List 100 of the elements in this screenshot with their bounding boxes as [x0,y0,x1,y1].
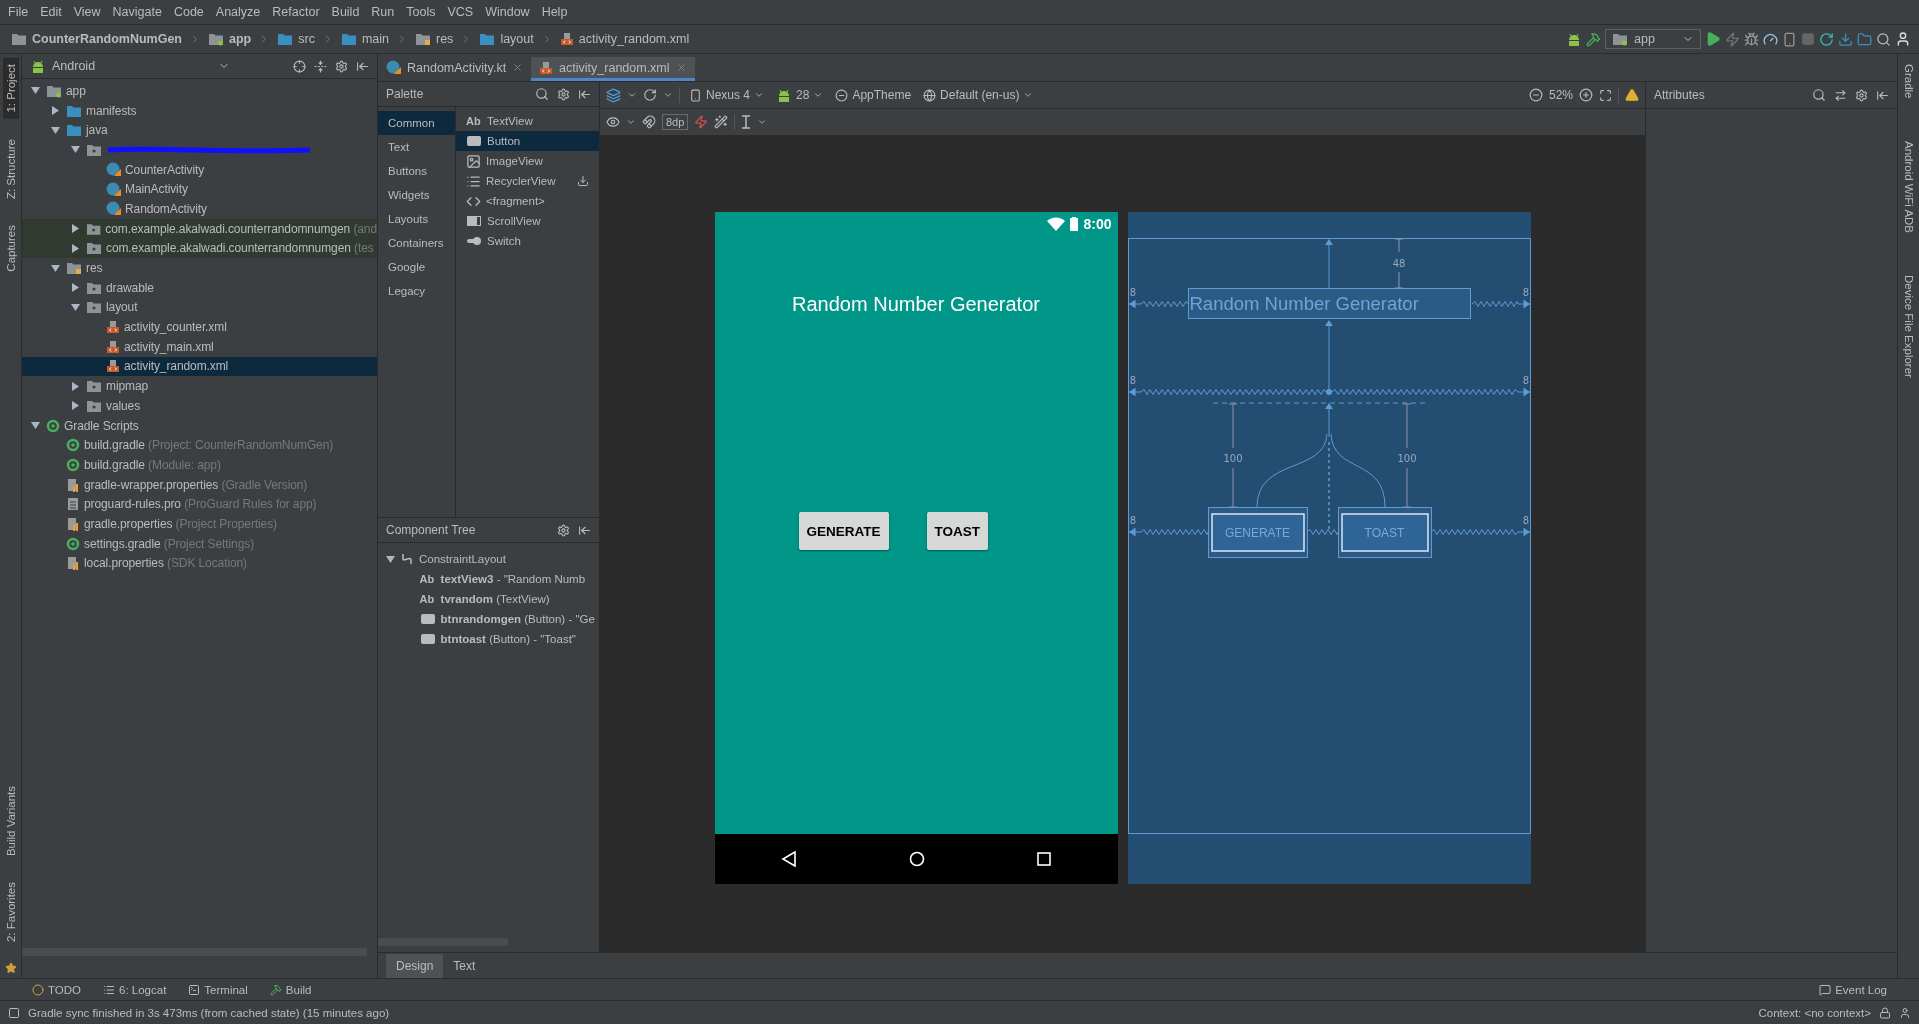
zoom-in-icon[interactable] [1579,88,1593,102]
tree-item[interactable]: gradle-wrapper.properties (Gradle Version) [22,474,377,495]
tool-window-button[interactable]: 6: Logcat [97,982,173,997]
tree-item[interactable]: manifests [22,100,377,121]
search-icon[interactable] [535,87,549,101]
side-tab[interactable]: 1: Project [2,58,19,119]
tool-window-button[interactable]: Build [263,982,318,997]
editor-tab[interactable]: activity_random.xml [531,57,695,81]
tree-item[interactable]: drawable [22,277,377,298]
breadcrumb[interactable]: app [205,30,255,48]
tree-item[interactable]: CounterActivity [22,159,377,180]
tree-item[interactable]: activity_random.xml [22,356,377,377]
chain-anchor[interactable] [1325,389,1332,395]
app-button[interactable]: TOAST [926,512,989,550]
hide-icon[interactable] [578,87,591,101]
settings-icon[interactable] [557,87,570,101]
palette-widget[interactable]: ImageView [456,151,599,171]
breadcrumb[interactable]: layout [476,30,537,48]
hide-icon[interactable] [1876,88,1889,102]
app-button[interactable]: GENERATE [798,512,889,550]
bug-icon[interactable] [1744,31,1759,47]
palette-widget[interactable]: Ab TextView [456,111,599,131]
align-icon[interactable] [741,115,752,129]
tree-item[interactable]: build.gradle (Module: app) [22,455,377,475]
tree-item[interactable]: layout [22,297,377,318]
settings-icon[interactable] [1855,88,1868,102]
home-icon[interactable] [909,851,925,867]
side-tab[interactable]: Z: Structure [2,132,19,205]
breadcrumb[interactable]: res [412,30,457,48]
palette-widget[interactable]: RecyclerView [456,171,599,191]
gauge-icon[interactable] [1763,31,1778,47]
magnet-icon[interactable] [642,115,656,129]
tree-item[interactable]: proguard-rules.pro (ProGuard Rules for app) [22,494,377,515]
button-outline[interactable] [1337,507,1432,558]
api-dropdown[interactable]: 28 [773,87,827,103]
tool-window-button[interactable]: Terminal [182,982,254,997]
tree-item[interactable]: res [22,258,377,278]
menu-item[interactable]: Tools [400,3,442,21]
layers-icon[interactable] [606,87,621,103]
tree-item[interactable]: gradle.properties (Project Properties) [22,514,377,534]
folder-icon[interactable] [1857,31,1872,47]
settings-icon[interactable] [335,59,348,73]
editor-mode-tab[interactable]: Text [443,953,486,978]
device-dropdown[interactable]: Nexus 4 [686,88,768,102]
component-tree-item[interactable]: btnrandomgen (Button) - "Ge [440,613,595,625]
button-outline[interactable] [1207,507,1308,558]
recents-icon[interactable] [1037,852,1052,866]
zoom-fit-icon[interactable] [1599,88,1612,102]
menu-item[interactable]: Run [365,3,401,21]
user-icon[interactable] [1895,31,1911,47]
tool-window-button[interactable]: Event Log [1813,982,1893,997]
side-tab[interactable]: Build Variants [2,779,19,862]
wand-icon[interactable] [714,115,729,129]
run-config-dropdown[interactable]: app [1605,29,1701,49]
star-icon[interactable] [4,962,17,974]
zoom-out-icon[interactable] [1528,88,1543,102]
clear-constraints-icon[interactable] [694,115,709,129]
menu-item[interactable]: Refactor [266,3,326,21]
theme-dropdown[interactable]: AppTheme [832,88,915,102]
side-tab[interactable]: Device File Explorer [1900,268,1917,384]
side-tab[interactable]: 2: Favorites [2,875,19,948]
tree-item[interactable]: com.example.akalwadi.counterrandomnumgen (and [22,218,377,239]
tool-window-button[interactable]: TODO [26,982,87,997]
scrollbar[interactable] [22,948,367,956]
tree-item[interactable]: RandomActivity [22,199,377,219]
component-tree-item[interactable]: textView3 - "Random Numb [440,573,586,585]
menu-item[interactable]: Build [325,3,366,21]
palette-category[interactable]: Layouts [378,207,455,231]
editor-tab[interactable]: RandomActivity.kt [378,57,532,81]
locate-icon[interactable] [293,59,306,73]
palette-category[interactable]: Common [378,111,455,135]
margin-field[interactable]: 8dp [662,114,689,130]
side-tab[interactable]: Captures [2,218,19,278]
menu-item[interactable]: File [2,3,35,21]
menu-item[interactable]: Navigate [106,3,168,21]
hide-icon[interactable] [356,59,369,73]
back-icon[interactable] [780,851,797,867]
sync-icon[interactable] [1819,31,1834,47]
tree-item[interactable]: activity_main.xml [22,336,377,357]
tree-item[interactable]: java [22,120,377,141]
palette-widget[interactable]: <fragment> [456,191,599,211]
locale-dropdown[interactable]: Default (en-us) [920,88,1037,102]
palette-category[interactable]: Text [378,135,455,159]
menu-item[interactable]: Code [167,3,210,21]
hide-icon[interactable] [578,523,591,537]
tree-item[interactable]: app [22,81,377,101]
menu-item[interactable]: View [67,3,107,21]
search-icon[interactable] [1876,31,1891,47]
editor-mode-tab[interactable]: Design [386,953,444,978]
palette-category[interactable]: Google [378,255,455,279]
rotate-icon[interactable] [643,88,657,102]
collapse-icon[interactable] [314,59,327,73]
palette-widget[interactable]: ScrollView [456,211,599,231]
component-tree-item[interactable]: tvrandom (TextView) [440,593,550,605]
menu-item[interactable]: Window [479,3,536,21]
tree-item[interactable]: Gradle Scripts [22,415,377,436]
breadcrumb[interactable]: CounterRandomNumGen [8,30,185,48]
tree-item[interactable]: settings.gradle (Project Settings) [22,533,377,554]
tree-item[interactable]: com.example.akalwadi.counterrandomnumgen (tes [22,238,377,259]
run-icon[interactable] [1705,31,1721,47]
